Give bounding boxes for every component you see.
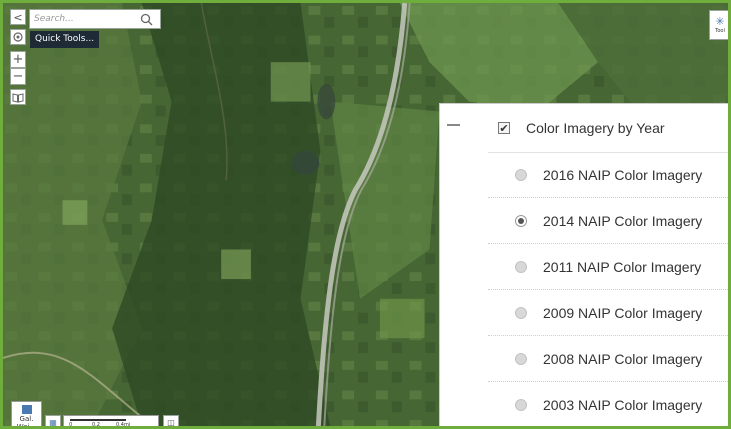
map-info-button[interactable]: ▦ xyxy=(45,415,61,427)
minus-icon: − xyxy=(12,69,24,84)
layer-item-2014[interactable]: 2014 NAIP Color Imagery xyxy=(488,198,728,244)
tools-button[interactable]: ✳ Tool xyxy=(709,10,728,40)
layer-group-checkbox[interactable]: ✔ xyxy=(498,122,510,134)
scale-bar: 0 0.2 0.4mi xyxy=(63,415,159,428)
search-icon[interactable] xyxy=(138,11,154,27)
scale-tick: 0.4mi xyxy=(116,422,131,428)
collapse-panel-icon[interactable] xyxy=(447,124,460,126)
layer-item-label: 2008 NAIP Color Imagery xyxy=(543,350,703,367)
basemap-label: Gal. Wei... xyxy=(16,415,37,429)
layer-radio[interactable] xyxy=(515,260,527,273)
scale-tick: 0.2 xyxy=(92,422,100,428)
measure-button[interactable]: ◫ xyxy=(163,415,179,427)
scale-tick: 0 xyxy=(69,422,73,428)
sparkle-icon: ✳ xyxy=(715,15,725,28)
layer-item-2003[interactable]: 2003 NAIP Color Imagery xyxy=(488,382,728,426)
layer-item-label: 2016 NAIP Color Imagery xyxy=(543,166,703,183)
layer-items: 2016 NAIP Color Imagery 2014 NAIP Color … xyxy=(488,152,728,426)
layer-list-panel: ✔ Color Imagery by Year 2016 NAIP Color … xyxy=(439,103,728,426)
collapse-toolbar-button[interactable]: < xyxy=(10,9,26,25)
layer-item-2008[interactable]: 2008 NAIP Color Imagery xyxy=(488,336,728,382)
layer-radio[interactable] xyxy=(515,352,527,365)
bookmarks-button[interactable] xyxy=(10,89,26,105)
layer-radio[interactable] xyxy=(515,168,527,181)
checkmark-icon: ✔ xyxy=(499,121,509,135)
layer-item-2011[interactable]: 2011 NAIP Color Imagery xyxy=(488,244,728,290)
layer-item-label: 2003 NAIP Color Imagery xyxy=(543,396,703,413)
layer-group-label: Color Imagery by Year xyxy=(526,120,665,136)
tools-label: Tool xyxy=(715,28,725,34)
map-frame: < Quick Tools... + − ✳ Tool ✔ Color Imag… xyxy=(0,0,731,429)
basemap-icon xyxy=(21,405,32,414)
layer-group-row[interactable]: ✔ Color Imagery by Year xyxy=(488,104,728,153)
layer-radio[interactable] xyxy=(515,306,527,319)
layer-radio[interactable] xyxy=(515,398,527,411)
zoom-in-button[interactable]: + xyxy=(10,51,26,68)
ruler-icon: ◫ xyxy=(167,417,175,427)
layer-item-label: 2009 NAIP Color Imagery xyxy=(543,304,703,321)
layer-item-2016[interactable]: 2016 NAIP Color Imagery xyxy=(488,152,728,198)
layers-icon: ▦ xyxy=(49,417,57,427)
chevron-left-icon: < xyxy=(13,10,23,24)
locate-button[interactable] xyxy=(10,29,26,45)
quick-tools-tooltip: Quick Tools... xyxy=(30,31,100,48)
zoom-out-button[interactable]: − xyxy=(10,68,26,85)
layer-radio-selected[interactable] xyxy=(515,214,527,227)
search-input[interactable] xyxy=(34,11,138,27)
layer-item-label: 2011 NAIP Color Imagery xyxy=(543,258,702,275)
plus-icon: + xyxy=(12,52,24,67)
crosshair-icon xyxy=(12,28,24,47)
scale-bar-line xyxy=(70,419,126,421)
layer-item-2009[interactable]: 2009 NAIP Color Imagery xyxy=(488,290,728,336)
book-icon xyxy=(12,88,24,107)
basemap-switcher[interactable]: Gal. Wei... xyxy=(11,401,42,429)
layer-item-label: 2014 NAIP Color Imagery xyxy=(543,212,703,229)
search-box[interactable] xyxy=(29,9,161,29)
